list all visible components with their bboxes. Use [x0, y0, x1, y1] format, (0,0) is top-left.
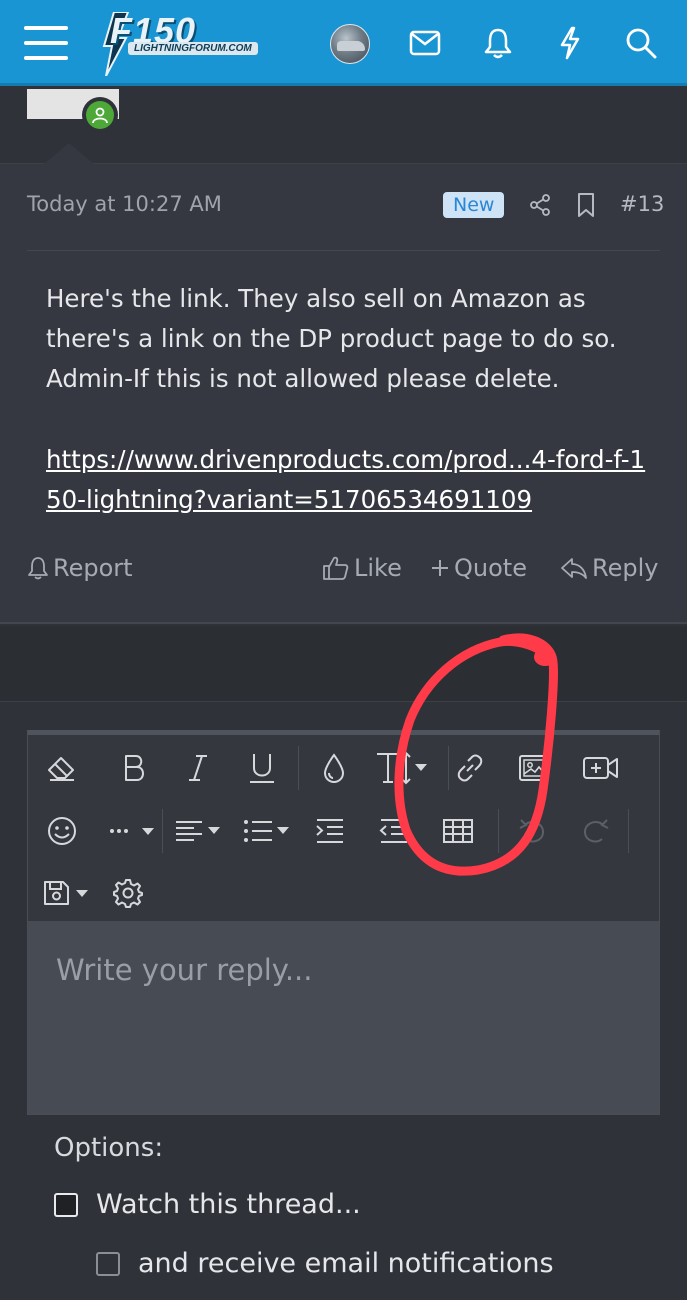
- thumbs-up-icon: [323, 556, 349, 580]
- reply-arrow-icon: [561, 558, 587, 579]
- watch-thread-option[interactable]: Watch this thread...: [54, 1189, 361, 1220]
- video-icon[interactable]: [568, 740, 634, 796]
- reply-label: Reply: [592, 554, 659, 582]
- search-icon[interactable]: [622, 24, 660, 62]
- drafts-icon[interactable]: [36, 865, 100, 921]
- section-separator: [0, 626, 687, 702]
- product-link[interactable]: https://www.drivenproducts.com/prod...4-…: [46, 440, 656, 520]
- more-icon[interactable]: [104, 803, 160, 859]
- online-status-icon: [82, 97, 118, 133]
- toolbar-separator: [628, 809, 629, 853]
- like-button[interactable]: Like: [322, 554, 402, 582]
- menu-icon[interactable]: [24, 26, 68, 60]
- logo-sub-text: LIGHTNINGFORUM.COM: [128, 42, 258, 55]
- share-icon[interactable]: [525, 190, 555, 220]
- report-button[interactable]: Report: [27, 554, 133, 582]
- bolt-icon[interactable]: [551, 24, 589, 62]
- email-notifications-checkbox[interactable]: [96, 1251, 120, 1276]
- indent-icon[interactable]: [300, 803, 360, 859]
- bell-icon: [28, 557, 48, 580]
- watch-thread-label[interactable]: Watch this thread...: [96, 1189, 361, 1220]
- bookmark-icon[interactable]: [571, 190, 601, 220]
- post-message: Today at 10:27 AM New #13 Here's the lin…: [0, 164, 687, 624]
- bell-icon[interactable]: [479, 24, 517, 62]
- table-icon[interactable]: [428, 803, 488, 859]
- link-icon[interactable]: [440, 740, 500, 796]
- reply-placeholder: Write your reply...: [56, 953, 313, 987]
- eraser-icon[interactable]: [32, 740, 92, 796]
- mail-icon[interactable]: [406, 24, 444, 62]
- toolbar-separator: [298, 746, 299, 790]
- text-color-icon[interactable]: [304, 740, 364, 796]
- email-notifications-label[interactable]: and receive email notifications: [138, 1248, 554, 1279]
- toolbar-separator: [498, 809, 499, 853]
- font-size-icon[interactable]: [368, 740, 438, 796]
- divider: [27, 250, 660, 251]
- reply-button[interactable]: Reply: [560, 554, 658, 582]
- post-pointer-arrow: [43, 143, 95, 165]
- post-body-line: Admin-If this is not allowed please dele…: [46, 364, 560, 393]
- quote-label: Quote: [454, 554, 527, 582]
- new-badge: New: [443, 192, 505, 218]
- post-user-area: [0, 89, 687, 165]
- image-icon[interactable]: [504, 740, 564, 796]
- site-logo[interactable]: F150 LIGHTNINGFORUM.COM: [100, 8, 282, 76]
- smilie-icon[interactable]: [32, 803, 92, 859]
- post-timestamp[interactable]: Today at 10:27 AM: [27, 192, 222, 216]
- align-icon[interactable]: [168, 803, 232, 859]
- redo-icon[interactable]: [566, 803, 626, 859]
- email-notifications-option[interactable]: and receive email notifications: [96, 1248, 554, 1279]
- toolbar-separator: [162, 809, 163, 853]
- watch-thread-checkbox[interactable]: [54, 1192, 78, 1217]
- post-number[interactable]: #13: [620, 192, 664, 216]
- list-icon[interactable]: [236, 803, 300, 859]
- undo-icon[interactable]: [502, 803, 562, 859]
- italic-icon[interactable]: [168, 740, 228, 796]
- reply-textarea[interactable]: Write your reply...: [28, 921, 659, 1114]
- plus-icon: [432, 560, 448, 576]
- editor-toolbar: [28, 735, 659, 921]
- bold-icon[interactable]: [104, 740, 164, 796]
- post-body-text: Here's the link. They also sell on Amazo…: [46, 279, 656, 399]
- quote-button[interactable]: Quote: [430, 554, 527, 582]
- post-body-line: Here's the link. They also sell on Amazo…: [46, 284, 586, 313]
- underline-icon[interactable]: [232, 740, 292, 796]
- top-navigation-bar: F150 LIGHTNINGFORUM.COM: [0, 0, 687, 86]
- options-label: Options:: [54, 1133, 164, 1163]
- reply-editor: Write your reply...: [27, 730, 660, 1115]
- post-body-line: there's a link on the DP product page to…: [46, 324, 617, 353]
- settings-icon[interactable]: [98, 865, 158, 921]
- like-label: Like: [354, 554, 402, 582]
- user-avatar[interactable]: [330, 24, 370, 64]
- outdent-icon[interactable]: [364, 803, 424, 859]
- report-label: Report: [53, 554, 133, 582]
